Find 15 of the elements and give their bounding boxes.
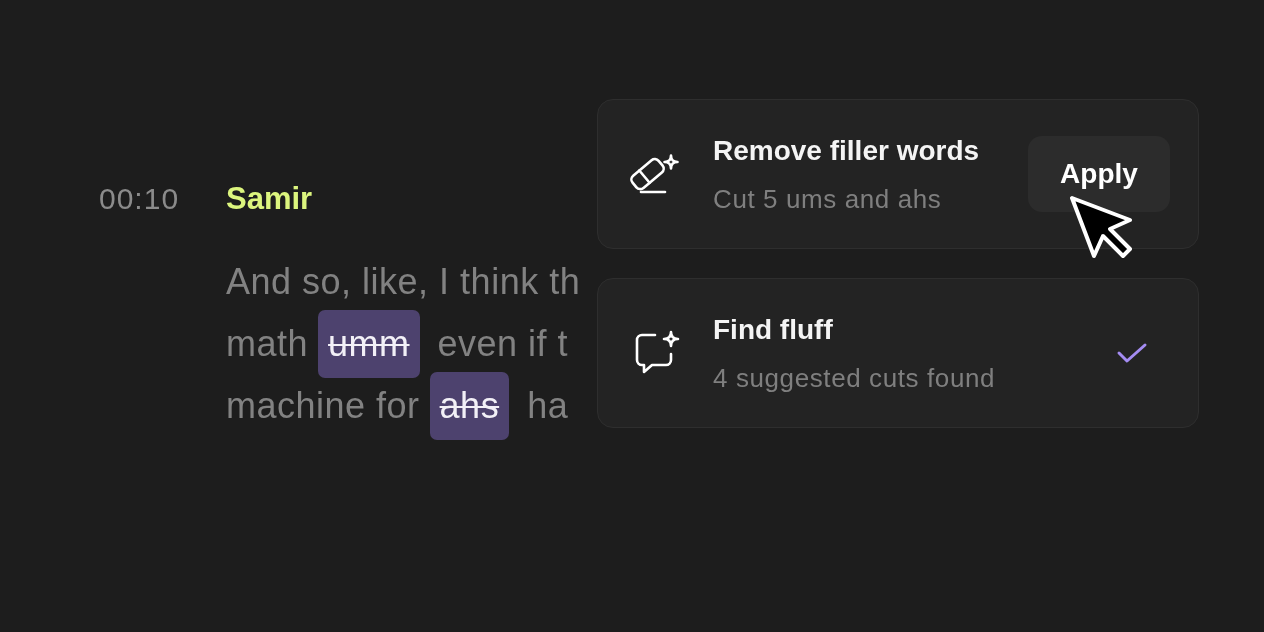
action-subtitle: Cut 5 ums and ahs	[713, 182, 942, 215]
speaker-name: Samir	[226, 181, 313, 217]
transcript-text: ha	[527, 384, 569, 428]
action-title: Find fluff	[713, 312, 833, 347]
action-subtitle: 4 suggested cuts found	[713, 361, 996, 394]
timestamp: 00:10	[99, 181, 181, 217]
transcript-text: And so, like, I think th	[226, 260, 581, 304]
apply-button[interactable]: Apply	[1028, 136, 1170, 212]
eraser-sparkle-icon	[627, 152, 679, 196]
struck-filler-word: umm	[318, 310, 420, 378]
struck-filler-word: ahs	[429, 372, 510, 440]
action-title: Remove filler words	[713, 133, 980, 168]
transcript-text: math	[226, 322, 309, 366]
transcript-text: even if t	[437, 322, 569, 366]
transcript-text: machine for	[226, 384, 420, 428]
